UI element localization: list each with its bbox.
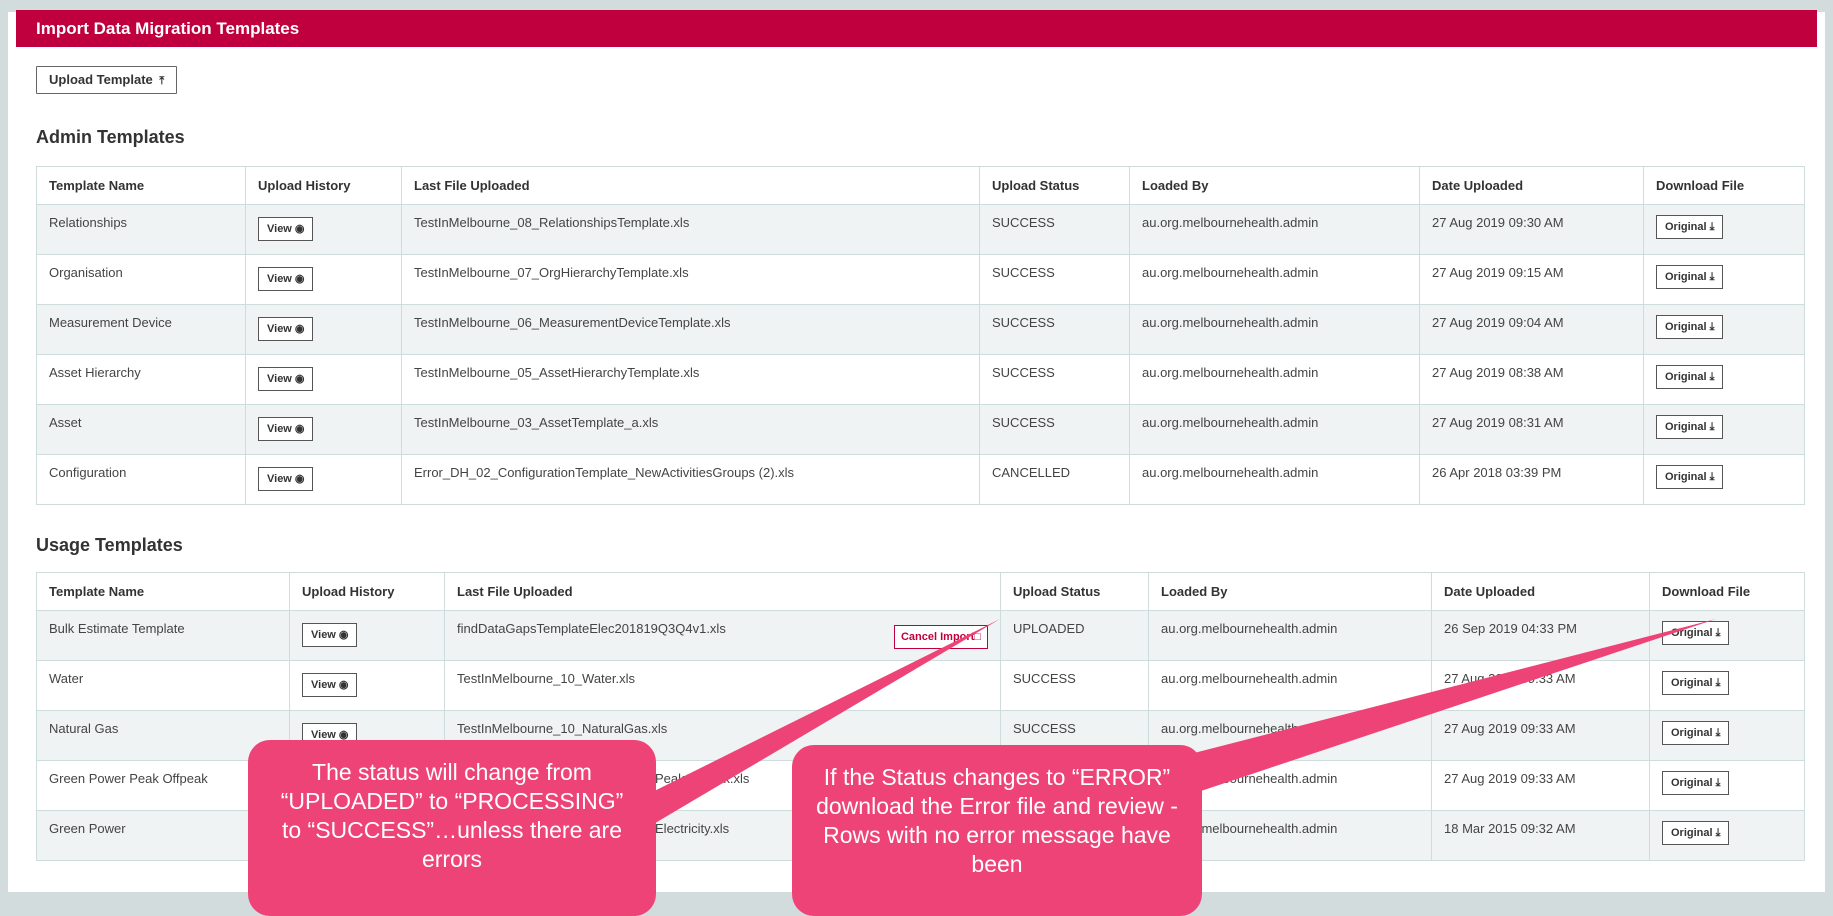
- status-callout: The status will change from “UPLOADED” t…: [248, 740, 656, 916]
- error-callout: If the Status changes to “ERROR” downloa…: [792, 745, 1202, 916]
- error-callout-pointer: [1120, 619, 1716, 808]
